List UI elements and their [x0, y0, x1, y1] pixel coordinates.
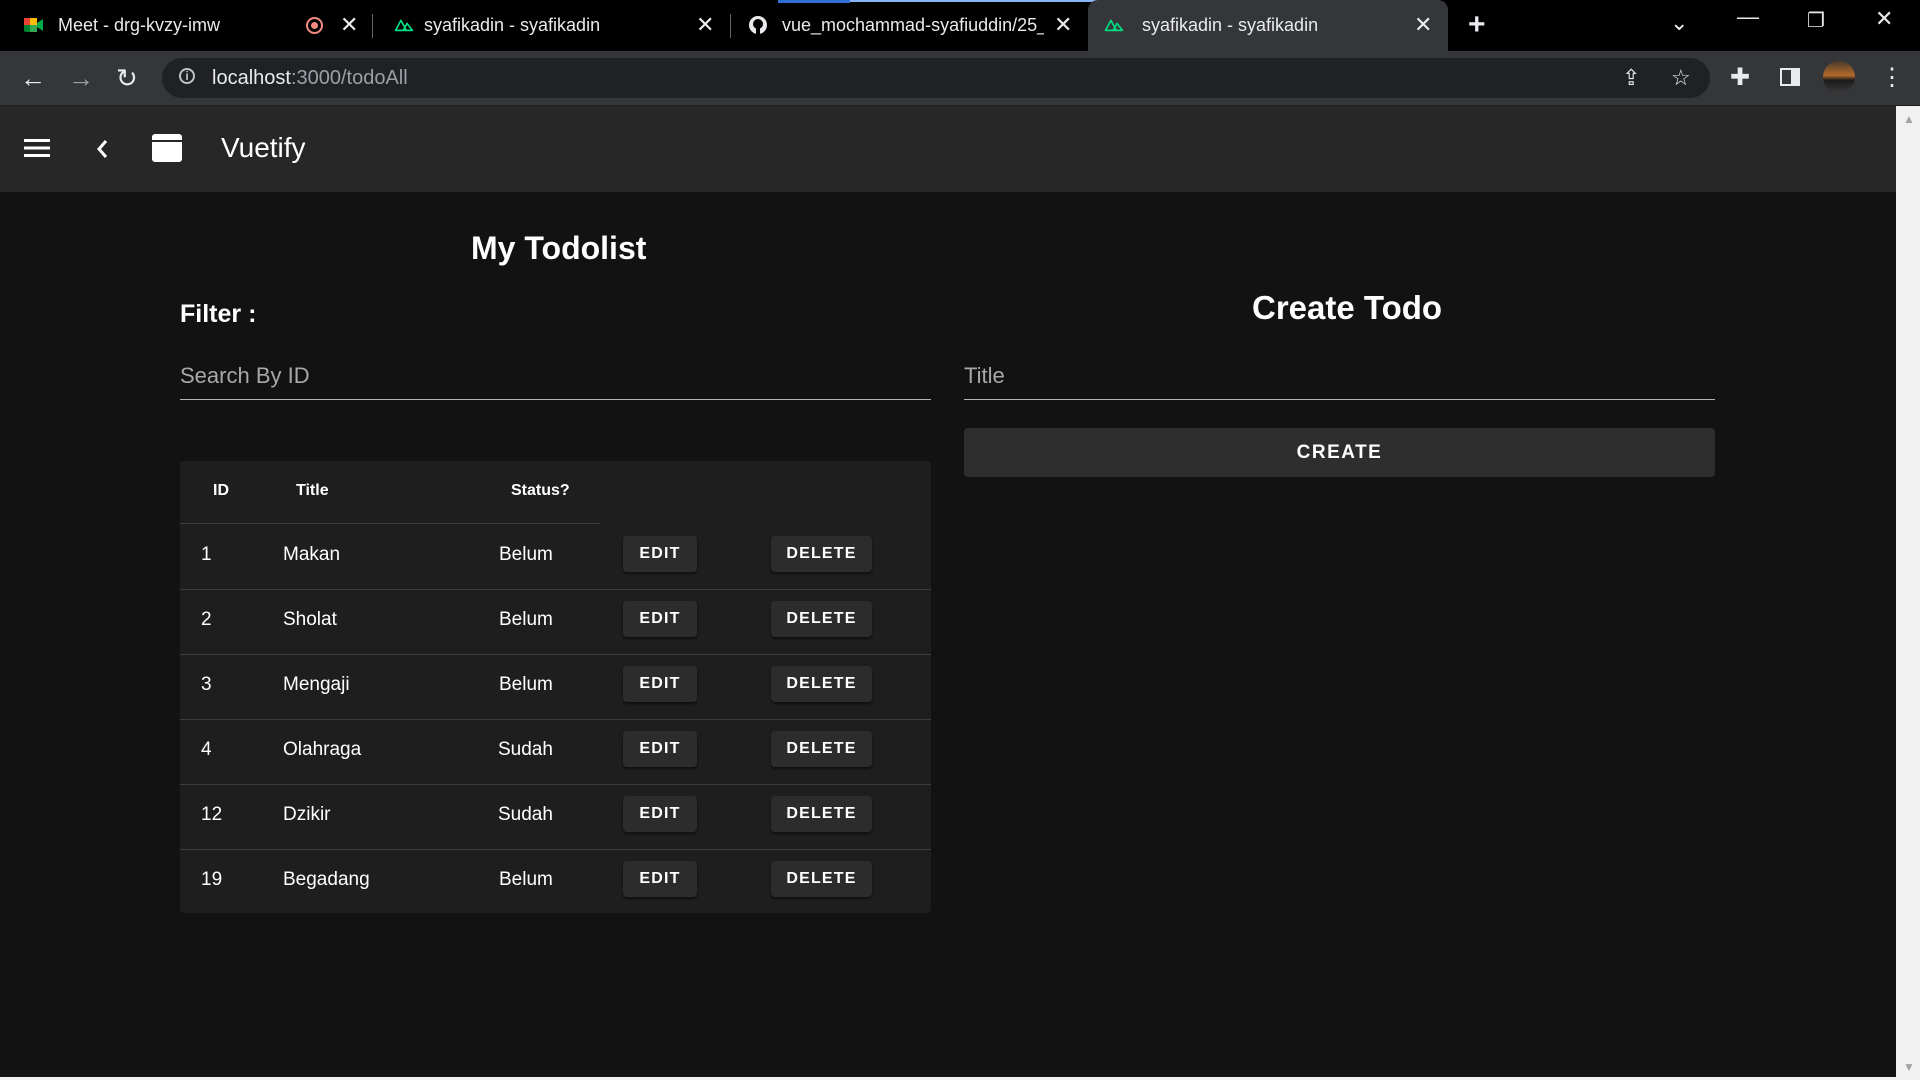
- cell-title: Begadang: [283, 869, 370, 890]
- reload-icon[interactable]: ↻: [116, 63, 138, 94]
- close-window-icon[interactable]: ✕: [1875, 6, 1893, 32]
- tab-title: syafikadin - syafikadin: [1142, 15, 1319, 35]
- cell-id: 1: [201, 544, 212, 565]
- web-box-icon[interactable]: [152, 134, 182, 167]
- table-row: 2 Sholat Belum EDIT DELETE: [180, 589, 931, 655]
- back-icon[interactable]: ←: [20, 63, 46, 94]
- chevron-left-icon[interactable]: [95, 138, 109, 165]
- address-bar[interactable]: i localhost:3000/todoAll ⇪ ☆: [162, 58, 1710, 98]
- bookmark-star-icon[interactable]: ☆: [1671, 65, 1691, 91]
- browser-tab-strip: Meet - drg-kvzy-imw ✕ syafikadin - syafi…: [0, 0, 1920, 51]
- menu-kebab-icon[interactable]: ⋮: [1880, 63, 1904, 92]
- search-by-id-field[interactable]: [180, 351, 931, 400]
- cell-title: Sholat: [283, 609, 337, 630]
- edit-button[interactable]: EDIT: [623, 861, 697, 897]
- page-scrollbar[interactable]: ▲ ▼: [1896, 106, 1920, 1080]
- tab-title: syafikadin - syafikadin: [424, 15, 601, 35]
- nuxt-icon: [394, 15, 414, 35]
- table-row: 4 Olahraga Sudah EDIT DELETE: [180, 719, 931, 785]
- close-tab-icon[interactable]: ✕: [340, 12, 358, 38]
- cell-status: Belum: [499, 609, 553, 630]
- side-panel-icon[interactable]: [1780, 68, 1800, 86]
- delete-button[interactable]: DELETE: [771, 666, 872, 702]
- table-row: 3 Mengaji Belum EDIT DELETE: [180, 654, 931, 720]
- cell-id: 2: [201, 609, 212, 630]
- todolist-heading: My Todolist: [471, 230, 647, 266]
- cell-status: Belum: [499, 674, 553, 695]
- cell-title: Olahraga: [283, 739, 362, 760]
- tab-separator: [372, 14, 373, 38]
- filter-label: Filter :: [180, 300, 257, 328]
- tab-syafikadin-1[interactable]: syafikadin - syafikadin ✕: [378, 0, 728, 51]
- title-input[interactable]: [964, 363, 1715, 389]
- cell-status: Belum: [499, 869, 553, 890]
- share-icon[interactable]: ⇪: [1622, 65, 1640, 91]
- new-tab-icon[interactable]: +: [1468, 8, 1486, 42]
- close-tab-icon[interactable]: ✕: [1054, 12, 1072, 38]
- tab-github[interactable]: vue_mochammad-syafiuddin/25_ ✕: [736, 0, 1088, 51]
- hamburger-menu-icon[interactable]: [24, 138, 50, 163]
- site-info-icon[interactable]: i: [179, 68, 195, 84]
- search-input[interactable]: [180, 363, 931, 389]
- tab-search-chevron-icon[interactable]: ⌄: [1670, 10, 1688, 36]
- app-bar: Vuetify: [0, 106, 1896, 192]
- restore-icon[interactable]: ❐: [1807, 8, 1825, 33]
- table-row: 12 Dzikir Sudah EDIT DELETE: [180, 784, 931, 850]
- edit-button[interactable]: EDIT: [623, 666, 697, 702]
- table-row: 19 Begadang Belum EDIT DELETE: [180, 849, 931, 914]
- cell-title: Makan: [283, 544, 341, 565]
- tab-syafikadin-active[interactable]: syafikadin - syafikadin ✕: [1088, 0, 1448, 51]
- cell-title: Dzikir: [283, 804, 331, 825]
- delete-button[interactable]: DELETE: [771, 601, 872, 637]
- close-tab-icon[interactable]: ✕: [1414, 12, 1432, 38]
- tab-meet[interactable]: Meet - drg-kvzy-imw ✕: [8, 0, 368, 51]
- cell-status: Belum: [499, 544, 553, 565]
- profile-avatar[interactable]: [1823, 61, 1855, 93]
- edit-button[interactable]: EDIT: [623, 536, 697, 572]
- google-meet-icon: [24, 15, 44, 35]
- cell-id: 19: [201, 869, 223, 890]
- tab-title: vue_mochammad-syafiuddin/25_: [782, 15, 1044, 35]
- tab-title: Meet - drg-kvzy-imw: [58, 15, 221, 35]
- scroll-down-arrow-icon[interactable]: ▼: [1903, 1060, 1915, 1074]
- cell-id: 12: [201, 804, 223, 825]
- create-button[interactable]: CREATE: [964, 428, 1715, 477]
- title-field[interactable]: [964, 351, 1715, 400]
- scroll-up-arrow-icon[interactable]: ▲: [1903, 112, 1915, 126]
- cell-status: Sudah: [498, 804, 553, 825]
- column-header-status[interactable]: Status?: [511, 482, 570, 500]
- browser-toolbar: ← → ↻ i localhost:3000/todoAll ⇪ ☆ ✚ ⋮: [0, 51, 1920, 106]
- delete-button[interactable]: DELETE: [771, 861, 872, 897]
- cell-id: 3: [201, 674, 212, 695]
- create-todo-heading: Create Todo: [1252, 289, 1443, 326]
- url-text: localhost:3000/todoAll: [212, 67, 408, 89]
- github-icon: [748, 15, 768, 35]
- tab-separator: [730, 14, 731, 38]
- app-brand-title: Vuetify: [221, 132, 306, 163]
- delete-button[interactable]: DELETE: [771, 731, 872, 767]
- edit-button[interactable]: EDIT: [623, 601, 697, 637]
- cell-id: 4: [201, 739, 212, 760]
- recording-icon: [306, 17, 323, 34]
- cell-status: Sudah: [498, 739, 553, 760]
- nuxt-icon: [1104, 15, 1124, 35]
- column-header-id[interactable]: ID: [213, 482, 229, 500]
- column-header-title[interactable]: Title: [296, 482, 329, 500]
- delete-button[interactable]: DELETE: [771, 796, 872, 832]
- delete-button[interactable]: DELETE: [771, 536, 872, 572]
- cell-title: Mengaji: [283, 674, 350, 695]
- edit-button[interactable]: EDIT: [623, 796, 697, 832]
- extensions-icon[interactable]: ✚: [1730, 63, 1750, 92]
- minimize-icon[interactable]: —: [1737, 4, 1759, 30]
- close-tab-icon[interactable]: ✕: [696, 12, 714, 38]
- table-row: 1 Makan Belum EDIT DELETE: [180, 524, 931, 590]
- todo-table: ID Title Status? 1 Makan Belum EDIT DELE…: [180, 461, 931, 913]
- forward-icon[interactable]: →: [68, 63, 94, 94]
- edit-button[interactable]: EDIT: [623, 731, 697, 767]
